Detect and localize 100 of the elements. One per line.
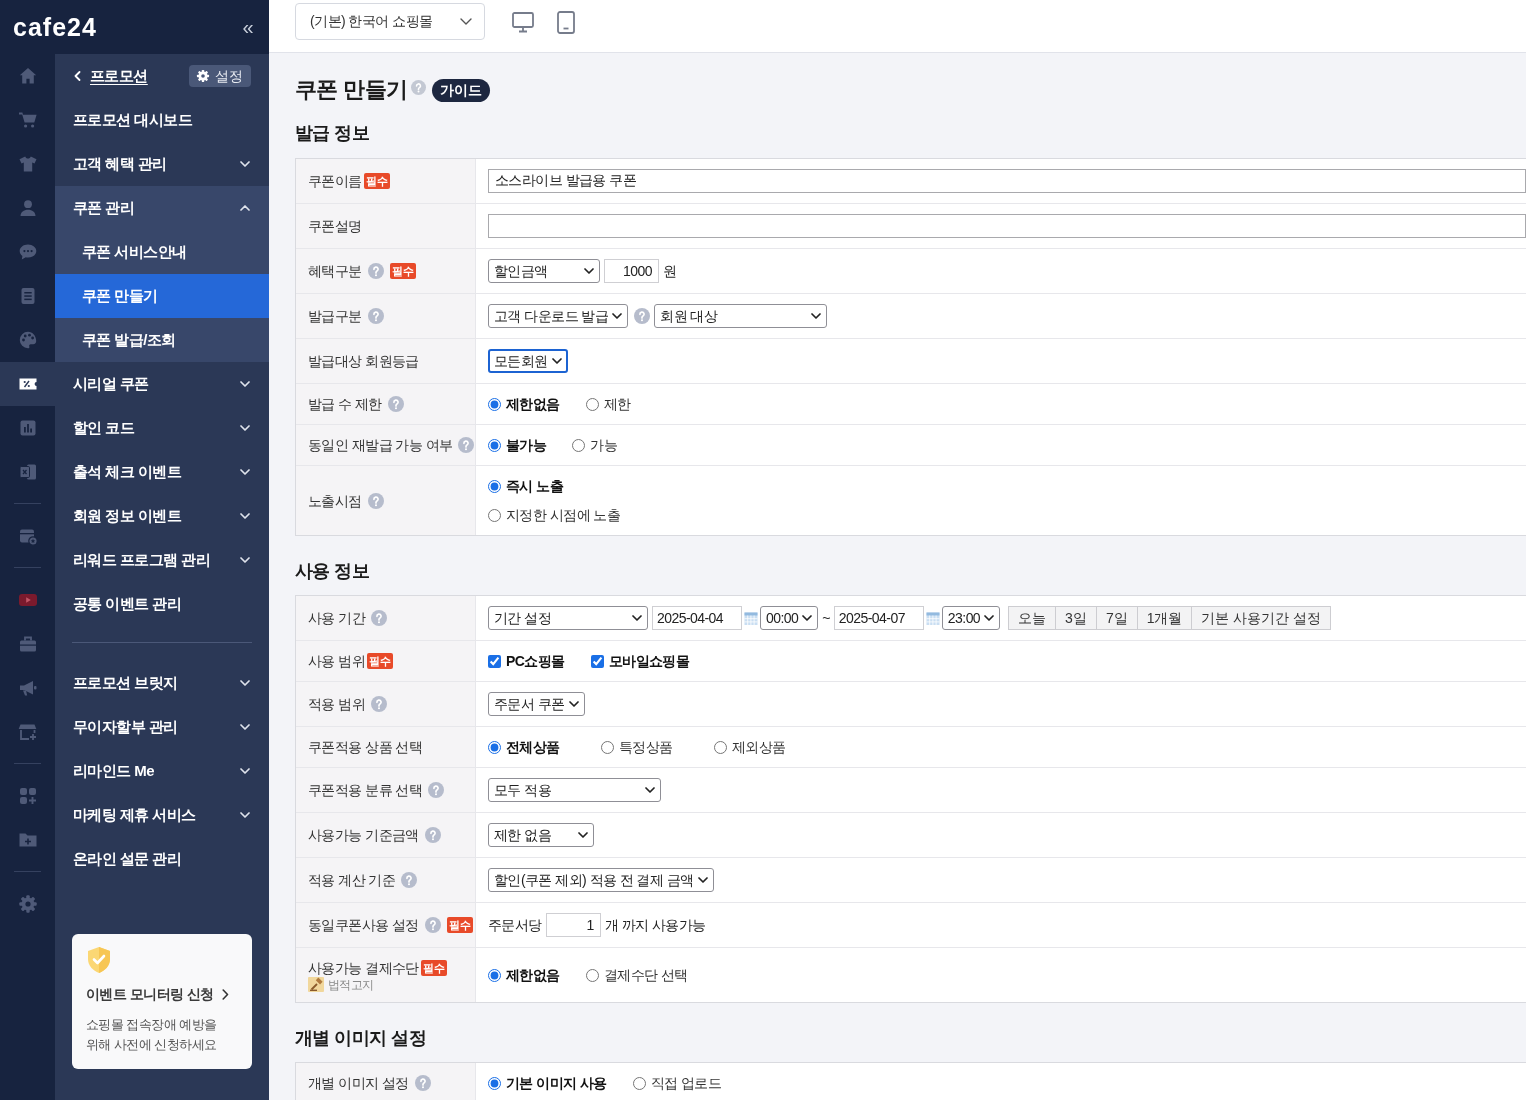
radio-option[interactable]: 지정한 시점에 노출 <box>488 505 621 525</box>
radio-option[interactable]: 가능 <box>572 435 618 455</box>
menu-item[interactable]: 리워드 프로그램 관리 <box>55 538 269 582</box>
radio-button[interactable] <box>585 968 599 982</box>
dropdown[interactable]: 할인(쿠폰 제외) 적용 전 결제 금액 <box>488 868 714 892</box>
help-icon[interactable] <box>410 79 426 95</box>
calendar-icon[interactable] <box>925 610 940 626</box>
checkbox[interactable] <box>590 654 604 668</box>
checkbox[interactable] <box>488 654 501 668</box>
radio-option[interactable]: 불가능 <box>488 435 547 455</box>
menu-item[interactable]: 고객 혜택 관리 <box>55 142 269 186</box>
text-field[interactable] <box>488 214 1526 238</box>
radio-button[interactable] <box>488 1076 501 1090</box>
radio-button[interactable] <box>488 397 501 411</box>
radio-button[interactable] <box>488 438 501 452</box>
chevron-down-icon <box>568 701 579 707</box>
field-label: 사용 기간 <box>308 609 366 628</box>
radio-button[interactable] <box>632 1076 646 1090</box>
help-icon[interactable] <box>367 492 384 509</box>
dropdown[interactable]: 할인금액 <box>488 259 600 283</box>
radio-option[interactable]: 직접 업로드 <box>632 1073 722 1093</box>
menu-item[interactable]: 리마인드 Me <box>55 749 269 793</box>
checkbox-option[interactable]: PC쇼핑몰 <box>488 651 565 671</box>
radio-button[interactable] <box>601 740 614 754</box>
collapse-button[interactable]: « <box>242 16 253 38</box>
radio-button[interactable] <box>572 438 586 452</box>
help-icon[interactable] <box>401 872 418 888</box>
dropdown[interactable]: 23:00 <box>941 606 1001 630</box>
dropdown[interactable]: 기간 설정 <box>488 606 648 630</box>
radio-option[interactable]: 기본 이미지 사용 <box>488 1073 607 1093</box>
menu-item[interactable]: 쿠폰 만들기 <box>55 274 269 318</box>
menu-item[interactable]: 프로모션 브릿지 <box>55 661 269 705</box>
help-icon[interactable] <box>634 308 651 324</box>
desktop-icon[interactable] <box>512 12 534 33</box>
dropdown[interactable]: 제한 없음 <box>488 823 594 847</box>
dropdown[interactable]: 00:00 <box>760 606 819 630</box>
menu-item[interactable]: 출석 체크 이벤트 <box>55 450 269 494</box>
dropdown[interactable]: 주문서 쿠폰 <box>488 692 585 716</box>
radio-button[interactable] <box>714 740 727 754</box>
radio-option[interactable]: 제한 <box>585 394 631 414</box>
menu-item[interactable]: 할인 코드 <box>55 406 269 450</box>
help-icon[interactable] <box>424 827 441 843</box>
radio-option[interactable]: 제외상품 <box>714 737 827 757</box>
date-range-button[interactable]: 3일 <box>1055 606 1097 630</box>
menu-item[interactable]: 온라인 설문 관리 <box>55 837 269 881</box>
help-icon[interactable] <box>458 437 475 453</box>
text-field[interactable]: 소스라이브 발급용 쿠폰 <box>488 169 1526 193</box>
date-range-button[interactable]: 기본 사용기간 설정 <box>1191 606 1332 630</box>
help-icon[interactable] <box>428 782 445 798</box>
date-range-button[interactable]: 오늘 <box>1008 606 1057 630</box>
dropdown[interactable]: 모든회원 <box>488 349 568 373</box>
menu-item[interactable]: 회원 정보 이벤트 <box>55 494 269 538</box>
radio-option[interactable]: 특정상품 <box>601 737 714 757</box>
field-label: 사용 범위 <box>308 652 366 671</box>
help-icon[interactable] <box>424 917 441 933</box>
radio-button[interactable] <box>488 968 501 982</box>
store-dropdown[interactable]: (기본) 한국어 쇼핑몰 <box>295 3 485 40</box>
monitoring-link[interactable]: 이벤트 모니터링 신청 <box>86 984 229 1005</box>
radio-option[interactable]: 제한없음 <box>488 965 560 985</box>
calendar-icon[interactable] <box>744 610 758 626</box>
menu-item[interactable]: 공통 이벤트 관리 <box>55 582 269 626</box>
dropdown[interactable]: 회원 대상 <box>654 304 828 328</box>
radio-button[interactable] <box>488 508 501 522</box>
tablet-icon[interactable] <box>557 11 575 34</box>
menu-item[interactable]: 프로모션 대시보드 <box>55 98 269 142</box>
help-icon[interactable] <box>371 610 388 626</box>
number-field[interactable]: 1000 <box>604 259 659 283</box>
guide-button[interactable]: 가이드 <box>431 78 490 102</box>
help-icon[interactable] <box>367 308 384 324</box>
help-icon[interactable] <box>367 263 384 279</box>
date-field[interactable]: 2025-04-07 <box>833 606 924 630</box>
field-label: 노출시점 <box>308 491 362 511</box>
radio-option[interactable]: 전체상품 <box>488 737 601 757</box>
menu-item[interactable]: 쿠폰 관리 <box>55 186 269 230</box>
dropdown[interactable]: 모두 적용 <box>488 778 661 802</box>
menu-item[interactable]: 마케팅 제휴 서비스 <box>55 793 269 837</box>
settings-button[interactable]: 설정 <box>189 65 251 87</box>
radio-option[interactable]: 결제수단 선택 <box>585 965 688 985</box>
menu-item[interactable]: 무이자할부 관리 <box>55 705 269 749</box>
required-tag: 필수 <box>389 263 416 279</box>
help-icon[interactable] <box>371 696 388 712</box>
logo[interactable]: cafe24 <box>13 12 97 42</box>
menu-item[interactable]: 쿠폰 발급/조회 <box>55 318 269 362</box>
help-icon[interactable] <box>414 1075 431 1091</box>
dropdown[interactable]: 고객 다운로드 발급 <box>488 304 629 328</box>
help-icon[interactable] <box>387 396 404 412</box>
checkbox-option[interactable]: 모바일쇼핑몰 <box>590 651 690 671</box>
number-field[interactable]: 1 <box>545 913 601 937</box>
rail-button[interactable] <box>0 362 55 406</box>
menu-item[interactable]: 시리얼 쿠폰 <box>55 362 269 406</box>
radio-option[interactable]: 즉시 노출 <box>488 476 564 496</box>
menu-item[interactable]: 쿠폰 서비스안내 <box>55 230 269 274</box>
date-range-button[interactable]: 7일 <box>1095 606 1138 630</box>
radio-button[interactable] <box>488 479 501 493</box>
back-link[interactable]: 프로모션 <box>74 64 148 88</box>
radio-option[interactable]: 제한없음 <box>488 394 560 414</box>
date-field[interactable]: 2025-04-04 <box>652 606 742 630</box>
radio-button[interactable] <box>488 740 501 754</box>
radio-button[interactable] <box>585 397 599 411</box>
date-range-button[interactable]: 1개월 <box>1136 606 1193 630</box>
